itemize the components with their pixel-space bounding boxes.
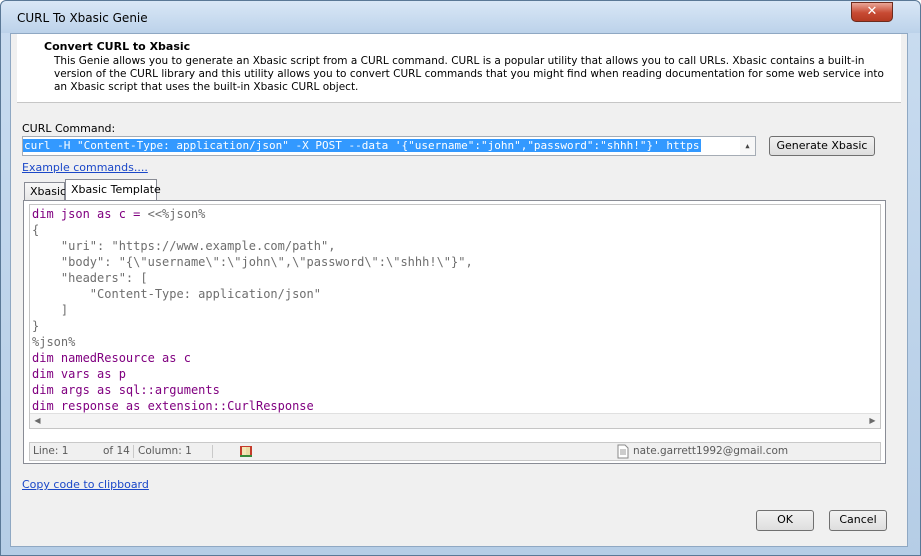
document-icon bbox=[616, 444, 630, 465]
xbasic-template-panel: dim json as c = <<%json% { "uri": "https… bbox=[23, 200, 886, 464]
header-panel: Convert CURL to Xbasic This Genie allows… bbox=[17, 34, 901, 103]
scroll-left-icon[interactable]: ◀ bbox=[30, 414, 45, 428]
status-line-count: of 14 bbox=[103, 445, 130, 457]
code-line: } bbox=[32, 319, 40, 333]
close-button[interactable]: ✕ bbox=[851, 2, 893, 22]
tab-xbasic-template[interactable]: Xbasic Template bbox=[65, 179, 161, 201]
tab-xbasic[interactable]: Xbasic bbox=[24, 182, 66, 201]
code-line: dim json as c = <<%json% bbox=[32, 207, 206, 221]
editor-status-bar: Line: 1 of 14 Column: 1 nate.garrett1992… bbox=[29, 442, 881, 461]
close-icon: ✕ bbox=[866, 4, 878, 19]
code-line: { bbox=[32, 223, 40, 237]
scroll-right-icon[interactable]: ▶ bbox=[865, 414, 880, 428]
code-line: dim vars as p bbox=[32, 367, 126, 381]
copy-to-clipboard-link[interactable]: Copy code to clipboard bbox=[22, 478, 149, 491]
status-separator bbox=[212, 445, 213, 458]
status-separator bbox=[133, 445, 134, 458]
ok-button[interactable]: OK bbox=[756, 510, 814, 531]
curl-scroll-up-icon[interactable]: ▲ bbox=[740, 137, 755, 155]
title-bar[interactable]: CURL To Xbasic Genie ✕ bbox=[1, 1, 920, 33]
code-line: "Content-Type: application/json" bbox=[32, 287, 321, 301]
horizontal-scrollbar[interactable]: ◀ ▶ bbox=[30, 413, 880, 428]
status-column: Column: 1 bbox=[138, 445, 192, 457]
code-line: %json% bbox=[32, 335, 76, 349]
curl-command-input[interactable]: curl -H "Content-Type: application/json"… bbox=[22, 136, 756, 156]
code-line: "uri": "https://www.example.com/path", bbox=[32, 239, 336, 253]
header-description: This Genie allows you to generate an Xba… bbox=[54, 55, 884, 93]
dialog-body: Convert CURL to Xbasic This Genie allows… bbox=[10, 33, 908, 547]
code-line: ] bbox=[32, 303, 69, 317]
code-line: dim args as sql::arguments bbox=[32, 383, 220, 397]
genie-window: CURL To Xbasic Genie ✕ Convert CURL to X… bbox=[0, 0, 921, 556]
code-editor[interactable]: dim json as c = <<%json% { "uri": "https… bbox=[29, 204, 881, 429]
code-content: dim json as c = <<%json% { "uri": "https… bbox=[32, 206, 559, 428]
curl-command-value: curl -H "Content-Type: application/json"… bbox=[23, 139, 701, 152]
header-title: Convert CURL to Xbasic bbox=[44, 40, 191, 53]
curl-command-label: CURL Command: bbox=[22, 122, 116, 135]
window-title: CURL To Xbasic Genie bbox=[17, 11, 148, 25]
code-line: "headers": [ bbox=[32, 271, 148, 285]
generate-xbasic-button[interactable]: Generate Xbasic bbox=[769, 136, 875, 156]
code-line: dim namedResource as c bbox=[32, 351, 191, 365]
status-line: Line: 1 bbox=[33, 445, 69, 457]
code-line: dim response as extension::CurlResponse bbox=[32, 399, 314, 413]
code-line: "body": "{\"username\":\"john\",\"passwo… bbox=[32, 255, 473, 269]
cancel-button[interactable]: Cancel bbox=[829, 510, 887, 531]
status-user-email: nate.garrett1992@gmail.com bbox=[633, 445, 789, 457]
example-commands-link[interactable]: Example commands.... bbox=[22, 161, 148, 174]
book-icon[interactable] bbox=[239, 444, 253, 464]
